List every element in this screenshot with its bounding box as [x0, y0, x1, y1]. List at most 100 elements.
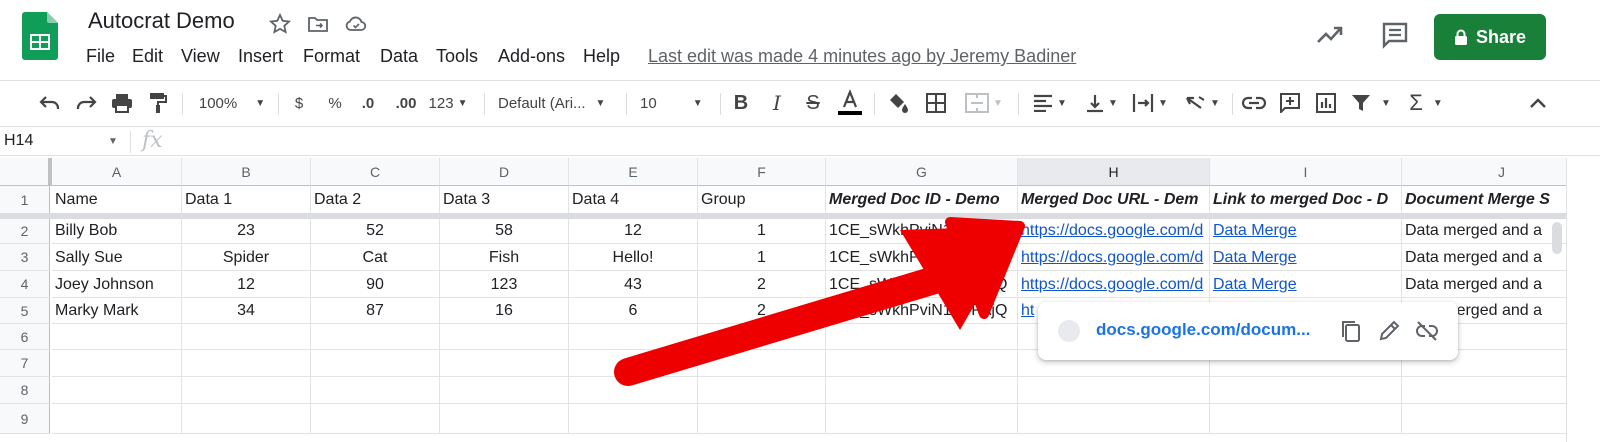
row-header-6[interactable]: 6	[0, 324, 50, 350]
font-select[interactable]: Default (Ari... ▼	[498, 89, 614, 117]
scrollbar-thumb[interactable]	[1552, 222, 1562, 254]
print-button[interactable]	[108, 89, 136, 117]
column-header-c[interactable]: C	[311, 158, 440, 186]
vertical-scrollbar[interactable]	[1566, 158, 1600, 442]
text-rotation-button[interactable]: ▼	[1180, 89, 1224, 117]
cell-d4[interactable]: 123	[440, 271, 569, 298]
cell-g4[interactable]: 1CE_sWkhPviN1aYPAjQ	[826, 271, 1018, 298]
cell-f4[interactable]: 2	[698, 271, 826, 298]
cell-g8[interactable]	[826, 377, 1018, 404]
cell-e7[interactable]	[569, 350, 698, 377]
cell-f6[interactable]	[698, 324, 826, 350]
cell-a3[interactable]: Sally Sue	[52, 244, 182, 271]
strikethrough-button[interactable]: S	[802, 89, 824, 117]
cell-c1[interactable]: Data 2	[311, 186, 440, 214]
redo-button[interactable]	[72, 89, 100, 117]
cell-d5[interactable]: 16	[440, 298, 569, 324]
frozen-row-divider[interactable]	[0, 213, 1566, 219]
menu-view[interactable]: View	[181, 46, 220, 67]
cell-b3[interactable]: Spider	[182, 244, 311, 271]
cell-j1[interactable]: Document Merge S	[1402, 186, 1566, 214]
vertical-align-button[interactable]: ▼	[1082, 89, 1122, 117]
cell-h4[interactable]: https://docs.google.com/d	[1018, 271, 1210, 298]
column-header-d[interactable]: D	[440, 158, 569, 186]
cell-c2[interactable]: 52	[311, 218, 440, 244]
cell-g2[interactable]: 1CE_sWkhPviN1aYPAjQ	[826, 218, 1018, 244]
cell-e9[interactable]	[569, 404, 698, 434]
insert-comment-button[interactable]	[1276, 89, 1304, 117]
cell-d7[interactable]	[440, 350, 569, 377]
cell-a6[interactable]	[52, 324, 182, 350]
cell-b6[interactable]	[182, 324, 311, 350]
cell-a2[interactable]: Billy Bob	[52, 218, 182, 244]
cell-c6[interactable]	[311, 324, 440, 350]
cell-a1[interactable]: Name	[52, 186, 182, 214]
column-header-e[interactable]: E	[569, 158, 698, 186]
cell-d2[interactable]: 58	[440, 218, 569, 244]
cell-c3[interactable]: Cat	[311, 244, 440, 271]
cell-c7[interactable]	[311, 350, 440, 377]
cell-j8[interactable]	[1402, 377, 1566, 404]
percent-format-button[interactable]: %	[324, 89, 346, 117]
column-header-a[interactable]: A	[52, 158, 182, 186]
cell-e6[interactable]	[569, 324, 698, 350]
star-icon[interactable]	[268, 12, 292, 36]
document-title[interactable]: Autocrat Demo	[88, 8, 235, 34]
cell-c8[interactable]	[311, 377, 440, 404]
menu-insert[interactable]: Insert	[238, 46, 283, 67]
cell-b7[interactable]	[182, 350, 311, 377]
cell-b9[interactable]	[182, 404, 311, 434]
cell-e5[interactable]: 6	[569, 298, 698, 324]
cell-e8[interactable]	[569, 377, 698, 404]
menu-add-ons[interactable]: Add-ons	[498, 46, 565, 67]
font-size-select[interactable]: 10 ▼	[640, 89, 710, 117]
cell-c4[interactable]: 90	[311, 271, 440, 298]
cell-d1[interactable]: Data 3	[440, 186, 569, 214]
borders-button[interactable]	[922, 89, 950, 117]
column-header-f[interactable]: F	[698, 158, 826, 186]
cell-b2[interactable]: 23	[182, 218, 311, 244]
cell-e2[interactable]: 12	[569, 218, 698, 244]
cell-f7[interactable]	[698, 350, 826, 377]
cell-g5[interactable]: 1CE_sWkhPviN1aYPAjQ	[826, 298, 1018, 324]
cell-j3[interactable]: Data merged and a	[1402, 244, 1566, 271]
decrease-decimal-button[interactable]: .0	[356, 89, 380, 117]
cell-a9[interactable]	[52, 404, 182, 434]
explore-trend-icon[interactable]	[1314, 20, 1344, 50]
cell-a8[interactable]	[52, 377, 182, 404]
cell-h8[interactable]	[1018, 377, 1210, 404]
cell-e4[interactable]: 43	[569, 271, 698, 298]
menu-tools[interactable]: Tools	[436, 46, 478, 67]
column-header-g[interactable]: G	[826, 158, 1018, 186]
last-edit-link[interactable]: Last edit was made 4 minutes ago by Jere…	[648, 46, 1076, 67]
cell-d9[interactable]	[440, 404, 569, 434]
cell-a5[interactable]: Marky Mark	[52, 298, 182, 324]
cell-h3[interactable]: https://docs.google.com/d	[1018, 244, 1210, 271]
bold-button[interactable]: B	[730, 89, 752, 117]
cell-i2[interactable]: Data Merge	[1210, 218, 1402, 244]
row-header-5[interactable]: 5	[0, 298, 50, 324]
link-preview-url[interactable]: docs.google.com/docum...	[1096, 320, 1310, 340]
menu-data[interactable]: Data	[380, 46, 418, 67]
remove-link-icon[interactable]	[1414, 318, 1440, 344]
paint-format-button[interactable]	[144, 89, 172, 117]
cell-f5[interactable]: 2	[698, 298, 826, 324]
cell-a7[interactable]	[52, 350, 182, 377]
cell-j9[interactable]	[1402, 404, 1566, 434]
currency-format-button[interactable]: $	[290, 89, 308, 117]
comment-history-icon[interactable]	[1380, 20, 1410, 50]
cell-h2[interactable]: https://docs.google.com/d	[1018, 218, 1210, 244]
cloud-saved-icon[interactable]	[344, 12, 368, 36]
hide-menus-button[interactable]	[1524, 89, 1552, 117]
zoom-select[interactable]: 100% ▼	[196, 89, 268, 117]
cell-c9[interactable]	[311, 404, 440, 434]
merge-cells-button[interactable]: ▼	[960, 89, 1008, 117]
column-header-j[interactable]: J	[1402, 158, 1566, 186]
insert-chart-button[interactable]	[1312, 89, 1340, 117]
cell-g6[interactable]	[826, 324, 1018, 350]
cell-j4[interactable]: Data merged and a	[1402, 271, 1566, 298]
sheets-logo-icon[interactable]	[22, 12, 58, 60]
cell-i9[interactable]	[1210, 404, 1402, 434]
cell-i8[interactable]	[1210, 377, 1402, 404]
cell-f3[interactable]: 1	[698, 244, 826, 271]
